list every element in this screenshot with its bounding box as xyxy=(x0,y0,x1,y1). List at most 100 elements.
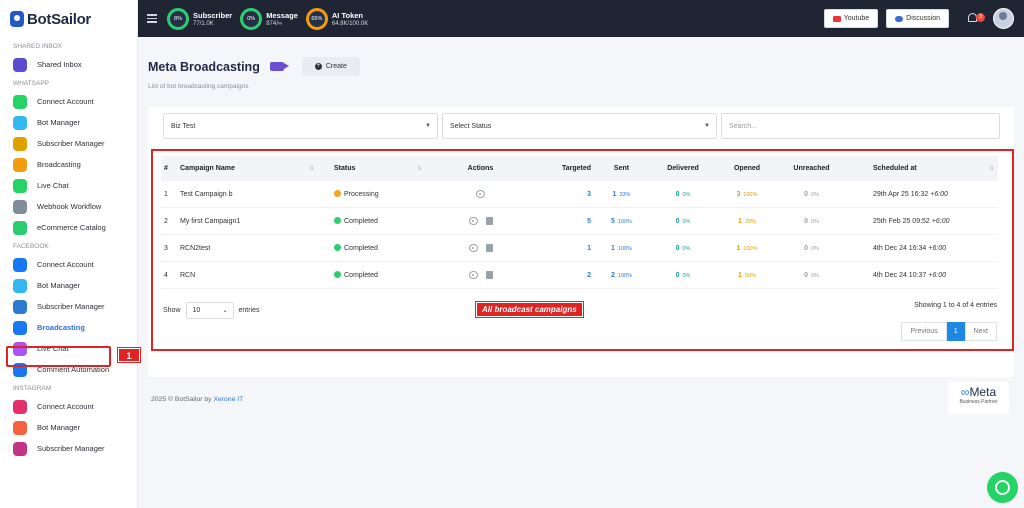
webhook-icon xyxy=(13,199,27,214)
sidebar-item-subscriber-manager[interactable]: Subscriber Manager xyxy=(0,296,137,317)
youtube-button[interactable]: Youtube xyxy=(823,9,879,28)
search-input[interactable]: Search... xyxy=(721,113,1000,139)
scheduled-at: 29th Apr 25 16:32 +6:00 xyxy=(873,190,948,198)
unreached-percent: 0% xyxy=(810,272,819,279)
sidebar-item-live-chat[interactable]: Live Chat xyxy=(0,175,137,196)
targeted-count: 2 xyxy=(587,271,591,279)
campaigns-table: # Campaign Name ⇅ Status ⇅ Actions Targete… xyxy=(161,156,998,289)
menu-toggle-icon[interactable] xyxy=(147,12,157,25)
sidebar-item-bot-manager[interactable]: Bot Manager xyxy=(0,417,137,438)
row-number: 2 xyxy=(164,217,168,225)
sidebar-item-webhook-workflow[interactable]: Webhook Workflow xyxy=(0,196,137,217)
sidebar-item-subscriber-manager[interactable]: Subscriber Manager xyxy=(0,133,137,154)
sent-count: 1 xyxy=(611,244,615,252)
opened-percent: 20% xyxy=(744,218,756,225)
notification-bell-icon[interactable]: 3 xyxy=(967,12,985,26)
actions-cell xyxy=(426,271,535,279)
col-header-opened: Opened xyxy=(733,165,761,172)
sidebar-item-label: Webhook Workflow xyxy=(37,202,102,211)
youtube-icon xyxy=(832,15,841,22)
entries-select[interactable]: 10 ⌄ xyxy=(185,302,234,319)
robot-icon xyxy=(13,115,27,130)
status-text: Completed xyxy=(344,245,378,252)
status-dot-icon xyxy=(334,190,341,197)
unreached-count: 0 xyxy=(804,217,808,225)
sidebar-item-connect-account[interactable]: Connect Account xyxy=(0,91,137,112)
sidebar-item-label: Shared Inbox xyxy=(37,60,82,69)
user-avatar[interactable] xyxy=(993,8,1014,29)
status-cell: Processing xyxy=(318,190,426,198)
company-link[interactable]: Xerone IT xyxy=(213,396,243,403)
scheduled-at: 4th Dec 24 10:37 +6:00 xyxy=(873,271,946,279)
sidebar-item-ecommerce-catalog[interactable]: eCommerce Catalog xyxy=(0,217,137,238)
delete-trash-icon[interactable] xyxy=(485,271,493,279)
delivered-percent: 0% xyxy=(682,218,691,225)
delete-trash-icon[interactable] xyxy=(485,217,493,225)
facebook-icon xyxy=(13,257,27,272)
col-header-scheduled-at[interactable]: Scheduled at ⇅ xyxy=(843,165,998,172)
sidebar-item-broadcasting[interactable]: Broadcasting xyxy=(0,154,137,175)
page-subtitle: List of bot broadcasting campaigns xyxy=(148,83,249,90)
view-eye-icon[interactable] xyxy=(476,190,485,198)
opened-percent: 100% xyxy=(743,245,758,252)
account-select[interactable]: Biz Test ▼ xyxy=(163,113,438,139)
sidebar-item-broadcasting[interactable]: Broadcasting xyxy=(0,317,137,338)
sort-icon: ⇅ xyxy=(308,166,314,172)
brand[interactable]: BotSailor xyxy=(0,0,137,38)
stat-ai-token: 65% AI Token 64.8K/100.0K xyxy=(305,7,368,30)
status-cell: Completed xyxy=(318,271,426,279)
sidebar-item-bot-manager[interactable]: Bot Manager xyxy=(0,275,137,296)
unreached-count: 0 xyxy=(804,190,808,198)
previous-page-button[interactable]: Previous xyxy=(901,322,947,341)
sent-percent: 100% xyxy=(617,218,632,225)
whatsapp-chat-button[interactable] xyxy=(987,472,1018,503)
campaign-name: RCN xyxy=(180,271,196,279)
campaigns-card: Biz Test ▼ Select Status ▼ Search... # C… xyxy=(148,107,1014,377)
whatsapp-icon xyxy=(13,94,27,109)
status-select[interactable]: Select Status ▼ xyxy=(442,113,717,139)
status-select-placeholder: Select Status xyxy=(450,122,492,130)
col-header-status[interactable]: Status ⇅ xyxy=(318,165,426,172)
sidebar-item-subscriber-manager[interactable]: Subscriber Manager xyxy=(0,438,137,459)
sidebar-item-label: eCommerce Catalog xyxy=(37,223,106,232)
delivered-percent: 0% xyxy=(682,272,691,279)
sent-percent: 100% xyxy=(617,272,632,279)
sidebar-item-connect-account[interactable]: Connect Account xyxy=(0,254,137,275)
opened-count: 1 xyxy=(738,217,742,225)
create-label: Create xyxy=(325,63,347,70)
timezone: +6:00 xyxy=(928,244,946,252)
sidebar-item-bot-manager[interactable]: Bot Manager xyxy=(0,112,137,133)
timezone: +6:00 xyxy=(930,190,948,198)
table-row: 2 My first Campaign1 Completed 5 5 100% 0… xyxy=(161,208,998,235)
active-item-highlight xyxy=(6,346,111,367)
opened-count: 3 xyxy=(736,190,741,198)
sidebar-nav: SHARED INBOX Shared Inbox WHATSAPP Connect … xyxy=(0,40,137,459)
bag-icon xyxy=(13,220,27,235)
create-button[interactable]: + Create xyxy=(301,57,360,76)
targeted-count: 5 xyxy=(587,217,591,225)
status-cell: Completed xyxy=(318,217,426,225)
delivered-count: 0 xyxy=(675,217,680,225)
sidebar-item-shared-inbox[interactable]: Shared Inbox xyxy=(0,54,137,75)
notification-count: 3 xyxy=(976,12,985,22)
delete-trash-icon[interactable] xyxy=(485,244,493,252)
sidebar-item-connect-account[interactable]: Connect Account xyxy=(0,396,137,417)
col-header-targeted: Targeted xyxy=(561,165,591,172)
opened-percent: 100% xyxy=(743,191,758,198)
section-title: SHARED INBOX xyxy=(13,43,63,50)
section-title: FACEBOOK xyxy=(13,243,49,250)
sidebar-item-label: Connect Account xyxy=(37,97,94,106)
next-page-button[interactable]: Next xyxy=(964,322,997,341)
sent-count: 1 xyxy=(612,190,617,198)
col-header-campaign-name[interactable]: Campaign Name ⇅ xyxy=(178,165,318,172)
discussion-button[interactable]: Discussion xyxy=(886,9,949,28)
view-eye-icon[interactable] xyxy=(468,244,478,252)
view-eye-icon[interactable] xyxy=(468,271,478,279)
delivered-percent: 0% xyxy=(682,245,691,252)
page-1-button[interactable]: 1 xyxy=(946,322,965,341)
main-content: Meta Broadcasting + Create List of bot b… xyxy=(138,37,1024,508)
subscriber-icon xyxy=(13,441,27,456)
row-number: 3 xyxy=(164,244,168,252)
view-eye-icon[interactable] xyxy=(468,217,478,225)
campaign-name: My first Campaign1 xyxy=(180,217,241,225)
